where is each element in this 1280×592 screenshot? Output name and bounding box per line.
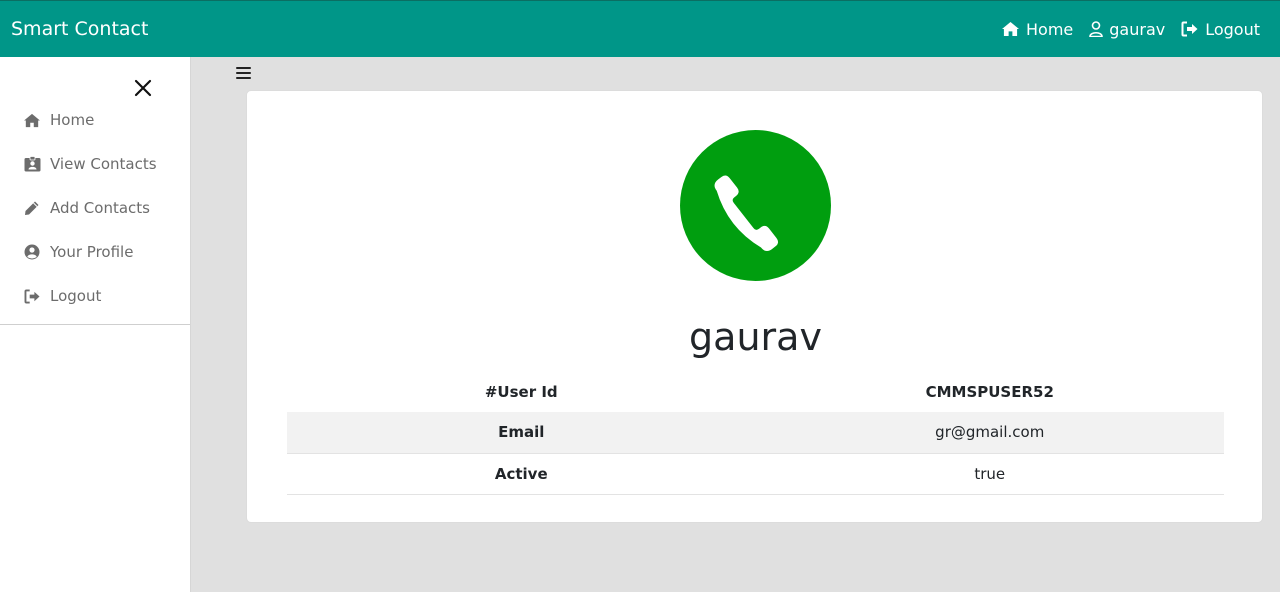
table-row: Email gr@gmail.com [287, 412, 1224, 454]
table-row: Active true [287, 453, 1224, 495]
sidebar: Home View Contacts Add Contacts Your Pro… [0, 57, 191, 592]
row-key: Email [287, 412, 756, 454]
profile-name: gaurav [689, 315, 822, 359]
hamburger-icon-bar [236, 72, 251, 74]
sidebar-item-add-contacts[interactable]: Add Contacts [0, 186, 190, 230]
sidebar-divider [0, 324, 190, 325]
profile-card: gaurav #User Id CMMSPUSER52 Email gr@gma… [246, 90, 1263, 523]
sidebar-item-label: Your Profile [50, 243, 134, 261]
user-icon [1089, 21, 1104, 37]
profile-details-table: #User Id CMMSPUSER52 Email gr@gmail.com … [287, 371, 1224, 495]
sidebar-menu: Home View Contacts Add Contacts Your Pro… [0, 98, 190, 318]
nav-user-link[interactable]: gaurav [1089, 20, 1165, 39]
logout-icon [23, 288, 41, 304]
close-icon [134, 79, 152, 97]
top-navbar: Smart Contact Home gaurav Logout [0, 0, 1280, 57]
nav-home-label: Home [1026, 19, 1074, 39]
phone-icon [714, 170, 786, 251]
brand-title[interactable]: Smart Contact [11, 18, 148, 40]
home-icon [1001, 21, 1020, 37]
row-value: gr@gmail.com [755, 412, 1224, 454]
nav-home-link[interactable]: Home [1001, 20, 1073, 39]
id-card-icon [23, 156, 41, 172]
navbar-links: Home gaurav Logout [1001, 20, 1260, 39]
logout-icon [1181, 21, 1199, 37]
row-key: Active [287, 453, 756, 495]
row-key: #User Id [484, 382, 558, 401]
sidebar-item-home[interactable]: Home [0, 98, 190, 142]
sidebar-item-label: Add Contacts [50, 199, 150, 217]
sidebar-item-label: View Contacts [50, 155, 157, 173]
nav-logout-link[interactable]: Logout [1181, 20, 1260, 39]
profile-avatar [680, 130, 831, 281]
row-value: true [755, 453, 1224, 495]
home-icon [23, 112, 41, 128]
sidebar-item-view-contacts[interactable]: View Contacts [0, 142, 190, 186]
menu-toggle-button[interactable] [236, 66, 251, 80]
user-circle-icon [23, 244, 41, 260]
hamburger-icon-bar [236, 77, 251, 79]
close-sidebar-button[interactable] [134, 79, 152, 97]
pencil-icon [23, 200, 41, 216]
hamburger-icon-bar [236, 67, 251, 69]
sidebar-item-label: Logout [50, 287, 102, 305]
row-value: CMMSPUSER52 [925, 382, 1054, 401]
table-row: #User Id CMMSPUSER52 [287, 371, 1224, 412]
nav-user-label: gaurav [1109, 19, 1166, 39]
sidebar-item-your-profile[interactable]: Your Profile [0, 230, 190, 274]
sidebar-item-label: Home [50, 111, 95, 129]
sidebar-item-logout[interactable]: Logout [0, 274, 190, 318]
nav-logout-label: Logout [1205, 19, 1260, 39]
